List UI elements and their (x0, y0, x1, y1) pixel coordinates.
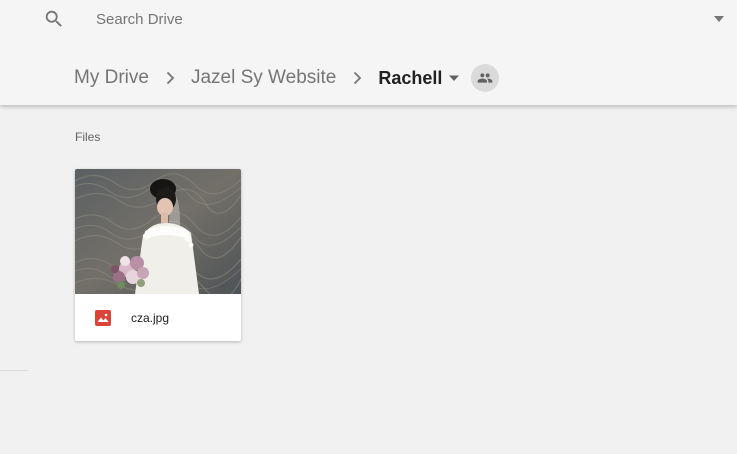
breadcrumb-my-drive[interactable]: My Drive (74, 67, 149, 89)
search-icon[interactable] (43, 8, 65, 30)
shared-people-button[interactable] (471, 64, 500, 92)
image-file-icon (95, 310, 111, 326)
breadcrumb-current-folder[interactable]: Rachell (378, 68, 442, 89)
top-bar: My Drive Jazel Sy Website Rachell (0, 0, 737, 105)
chevron-right-icon (166, 71, 175, 85)
main-content: Files cza.jpg (0, 105, 737, 454)
search-bar (0, 0, 737, 38)
file-thumbnail (75, 169, 241, 294)
files-section-label: Files (75, 130, 101, 144)
search-input[interactable] (96, 6, 656, 32)
search-options-dropdown-icon[interactable] (712, 12, 726, 26)
file-name: cza.jpg (131, 311, 170, 325)
file-card[interactable]: cza.jpg (75, 169, 241, 341)
divider (0, 370, 28, 371)
breadcrumb: My Drive Jazel Sy Website Rachell (74, 60, 500, 96)
people-icon (478, 73, 493, 83)
breadcrumb-jazel-sy-website[interactable]: Jazel Sy Website (191, 67, 336, 89)
folder-menu-dropdown-icon[interactable] (448, 72, 460, 84)
file-info: cza.jpg (75, 294, 241, 341)
chevron-right-icon (354, 71, 362, 85)
